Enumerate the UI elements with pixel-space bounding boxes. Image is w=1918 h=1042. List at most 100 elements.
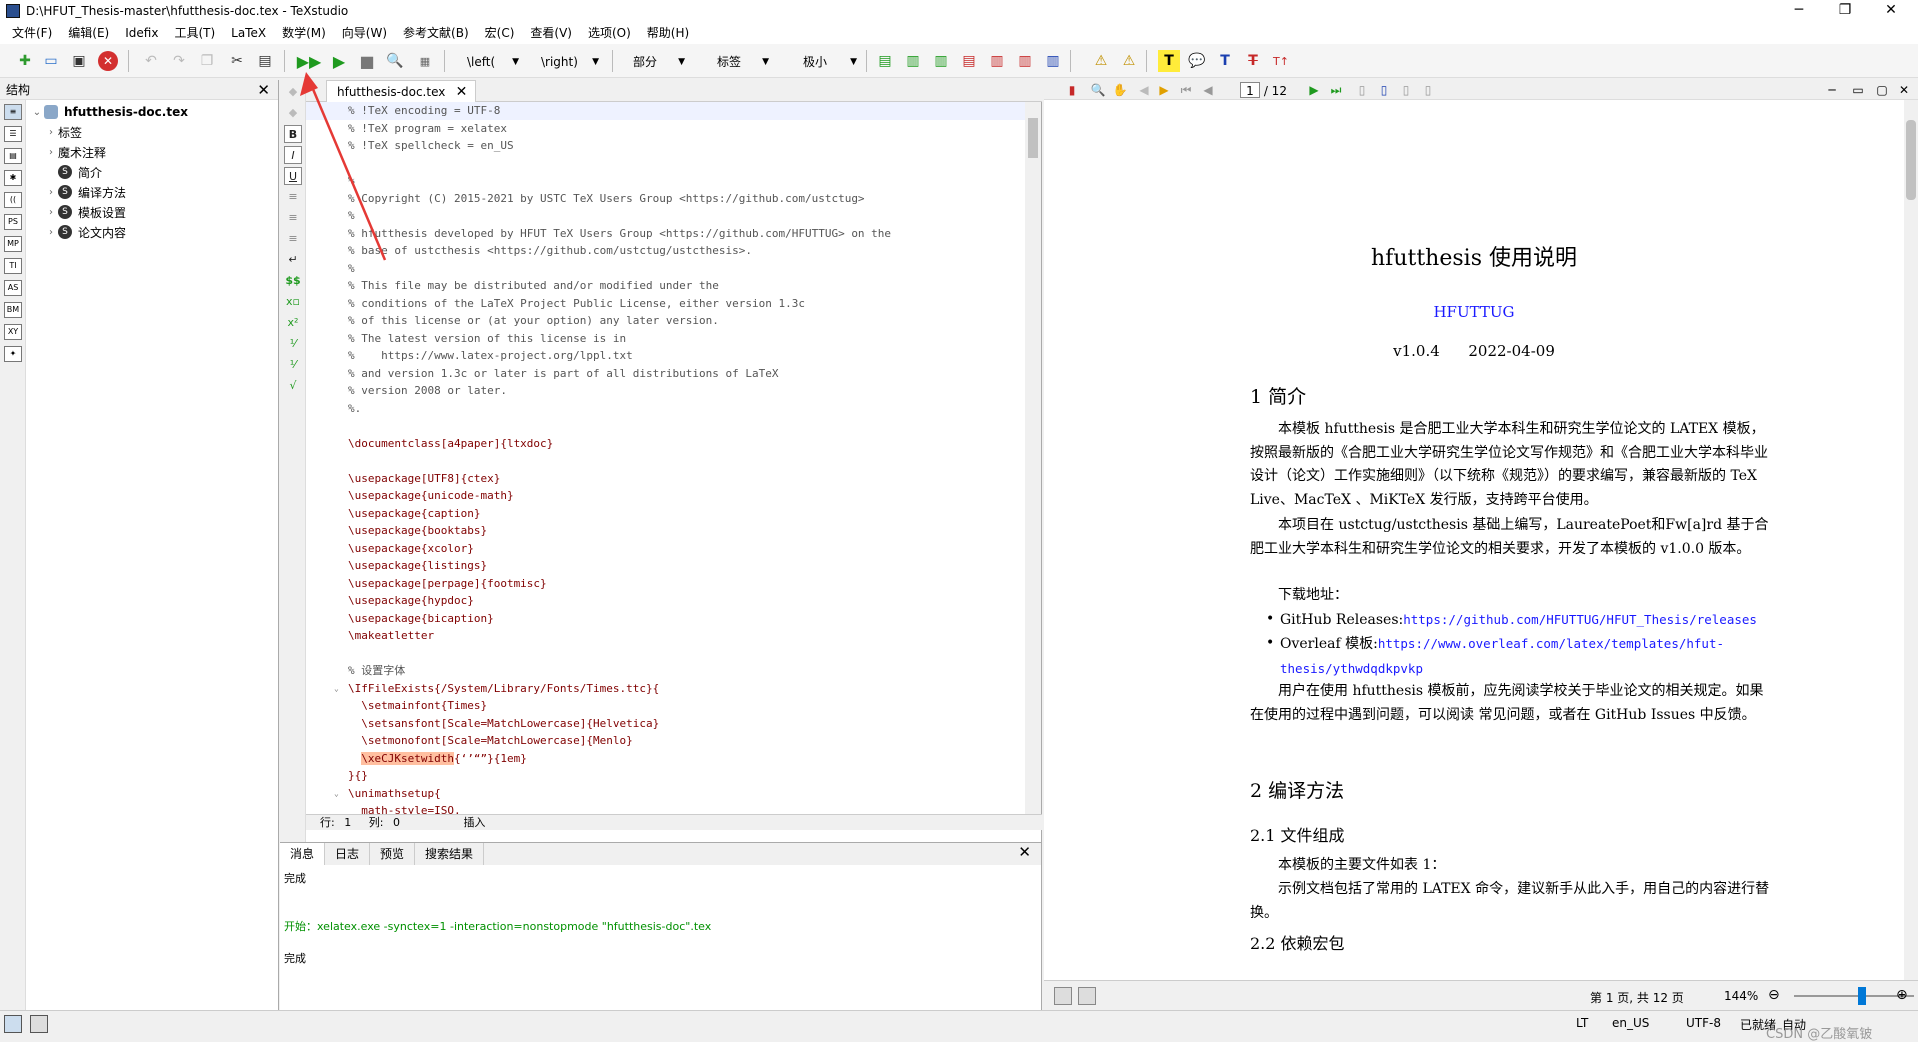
build-and-view-icon[interactable]: ▶▶ [297, 50, 322, 72]
code-editor[interactable]: % !TeX encoding = UTF-8 % !TeX program = … [306, 102, 1026, 814]
metapost-icon[interactable]: MP [4, 236, 22, 252]
new-file-icon[interactable]: ✚ [14, 50, 36, 72]
next-page-icon[interactable]: ▶ [1306, 82, 1322, 98]
embed-icon[interactable]: ▭ [1850, 82, 1866, 98]
table-align-icon[interactable]: ▥ [1042, 50, 1064, 72]
page-input[interactable]: 1 [1240, 82, 1260, 98]
code-line[interactable] [306, 452, 1026, 470]
back-icon[interactable]: ◀ [1136, 82, 1152, 98]
xy-icon[interactable]: XY [4, 324, 22, 340]
tab-preview[interactable]: 预览 [370, 843, 416, 865]
save-icon[interactable]: ▣ [68, 50, 90, 72]
tikz-icon[interactable]: TI [4, 258, 22, 274]
bold-icon[interactable]: B [284, 125, 302, 143]
toggle-messages-icon[interactable] [30, 1015, 48, 1033]
code-line[interactable] [306, 417, 1026, 435]
tab-hfutthesis-doc[interactable]: hfutthesis-doc.tex ✕ [326, 80, 477, 103]
code-line[interactable]: \usepackage{booktabs} [306, 522, 1026, 540]
last-page-icon[interactable]: ⏭ [1328, 82, 1344, 98]
scrollbar-thumb[interactable] [1028, 118, 1038, 158]
pstricks-icon[interactable]: PS [4, 214, 22, 230]
code-line[interactable]: % Copyright (C) 2015-2021 by USTC TeX Us… [306, 190, 1026, 208]
code-line[interactable]: \usepackage{unicode-math} [306, 487, 1026, 505]
chevron-right-icon[interactable]: › [44, 227, 58, 238]
paste-icon[interactable]: ▤ [254, 50, 276, 72]
code-line[interactable]: \usepackage[UTF8]{ctex} [306, 470, 1026, 488]
chevron-right-icon[interactable]: › [44, 127, 58, 138]
close-icon[interactable]: ✕ [257, 80, 270, 100]
close-window-button[interactable]: ✕ [1868, 0, 1914, 22]
special-chars-icon[interactable]: ✦ [4, 346, 22, 362]
menu-help[interactable]: 帮助(H) [639, 22, 697, 44]
bookmarks-list-icon[interactable]: BM [4, 302, 22, 318]
sqrt-icon[interactable]: √ [284, 377, 302, 395]
code-line[interactable]: \makeatletter [306, 627, 1026, 645]
code-line[interactable]: ⌄ \IfFileExists{/System/Library/Fonts/Tim… [306, 680, 1026, 698]
spellcheck-language[interactable]: en_US [1612, 1016, 1649, 1030]
magnifier-icon[interactable]: 🔍 [1090, 82, 1106, 98]
font-icon[interactable] [1078, 987, 1096, 1005]
tree-item[interactable]: S 简介 [30, 162, 188, 182]
first-page-icon[interactable]: ⏮ [1178, 82, 1194, 98]
code-line[interactable]: % !TeX spellcheck = en_US [306, 137, 1026, 155]
open-file-icon[interactable]: ▭ [40, 50, 62, 72]
bookmark-icon[interactable]: ▮ [1064, 82, 1080, 98]
code-line[interactable]: }{} [306, 767, 1026, 785]
table-remove-col-icon[interactable]: ▥ [986, 50, 1008, 72]
prev-page-icon[interactable]: ◀ [1200, 82, 1216, 98]
chevron-right-icon[interactable]: › [44, 147, 58, 158]
window-min-icon[interactable]: ─ [1824, 82, 1840, 98]
menu-options[interactable]: 选项(O) [580, 22, 639, 44]
continuous-icon[interactable]: ▯ [1354, 82, 1370, 98]
warning-next-icon[interactable]: ⚠ [1118, 50, 1140, 72]
code-line[interactable]: % 设置字体 [306, 662, 1026, 680]
chevron-right-icon[interactable]: › [44, 187, 58, 198]
menu-math[interactable]: 数学(M) [274, 22, 334, 44]
code-line[interactable]: % [306, 260, 1026, 278]
close-tab-icon[interactable]: ✕ [456, 81, 468, 103]
tree-root[interactable]: ⌄ hfutthesis-doc.tex [30, 102, 188, 122]
code-line[interactable]: % !TeX encoding = UTF-8 [306, 102, 1026, 120]
pdf-author-link[interactable]: HFUTTUG [1054, 303, 1894, 321]
section-combo[interactable]: 部分 ▼ [628, 50, 688, 72]
close-file-icon[interactable]: ✕ [98, 51, 118, 71]
close-icon[interactable]: ✕ [1018, 843, 1031, 861]
highlight-text-icon[interactable]: T [1158, 50, 1180, 72]
lt-icon[interactable]: LT [1576, 1016, 1588, 1030]
fold-icon[interactable]: ⌄ [334, 680, 339, 698]
code-line[interactable]: math-style=ISO, [306, 802, 1026, 814]
scrollbar-thumb[interactable] [1906, 120, 1916, 200]
code-line[interactable]: \usepackage{listings} [306, 557, 1026, 575]
minimize-button[interactable]: ─ [1776, 0, 1822, 22]
code-line[interactable]: \usepackage{hypdoc} [306, 592, 1026, 610]
menu-bibliography[interactable]: 参考文献(B) [395, 22, 477, 44]
code-line[interactable]: % and version 1.3c or later is part of a… [306, 365, 1026, 383]
code-line[interactable]: \xeCJKsetwidth{‘’“”}{1em} [306, 750, 1026, 768]
bookmarks-icon[interactable]: ☰ [4, 126, 22, 142]
github-link[interactable]: https://github.com/HFUTTUG/HFUT_Thesis/r… [1403, 612, 1757, 627]
tree-item[interactable]: › S 编译方法 [30, 182, 188, 202]
code-line[interactable]: % !TeX program = xelatex [306, 120, 1026, 138]
hand-icon[interactable]: ✋ [1112, 82, 1128, 98]
code-line[interactable]: \usepackage{xcolor} [306, 540, 1026, 558]
single-page-icon[interactable]: ▯ [1376, 82, 1392, 98]
chevron-down-icon[interactable]: ⌄ [30, 107, 44, 118]
forward-icon[interactable]: ◆ [284, 104, 302, 122]
table-add-col-icon[interactable]: ▥ [902, 50, 924, 72]
pdf-scrollbar[interactable] [1904, 100, 1918, 980]
align-left-icon[interactable]: ≡ [284, 188, 302, 206]
text-color-icon[interactable]: T [1214, 50, 1236, 72]
pdf-page[interactable]: hfutthesis 使用说明 HFUTTUG v1.0.4 2022-04-0… [1054, 110, 1894, 970]
font-icon[interactable] [1054, 987, 1072, 1005]
code-line[interactable]: % [306, 172, 1026, 190]
code-line[interactable]: % base of ustcthesis <https://github.com… [306, 242, 1026, 260]
underline-icon[interactable]: U [284, 167, 302, 185]
zoom-in-icon[interactable]: ⊕ [1896, 987, 1908, 1003]
log-icon[interactable]: ▦ [414, 50, 436, 72]
code-line[interactable]: % The latest version of this license is … [306, 330, 1026, 348]
dfrac-icon[interactable]: ⅟ [284, 356, 302, 374]
structure-view-icon[interactable]: ≡ [4, 104, 22, 120]
maximize-button[interactable]: ❐ [1822, 0, 1868, 22]
code-line[interactable] [306, 645, 1026, 663]
asymptote-icon[interactable]: AS [4, 280, 22, 296]
